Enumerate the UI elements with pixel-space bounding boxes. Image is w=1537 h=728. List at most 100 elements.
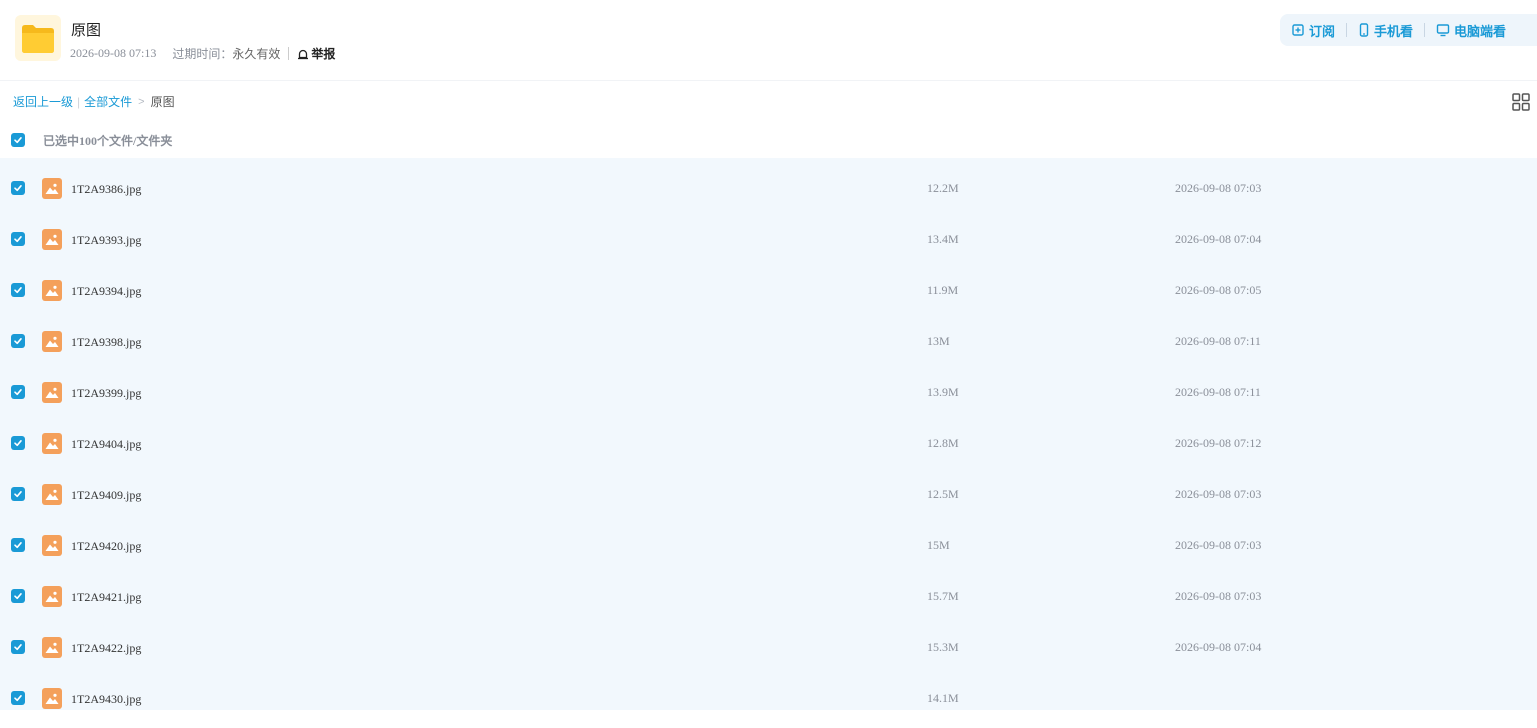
file-checkbox[interactable] <box>11 385 25 399</box>
file-size: 12.8M <box>927 436 959 450</box>
share-header: 原图 2026-09-08 07:13 过期时间： 永久有效 举报 订阅 手机看… <box>0 0 1537 81</box>
action-divider <box>1346 23 1348 37</box>
file-name[interactable]: 1T2A9399.jpg <box>71 386 141 401</box>
image-file-icon <box>42 229 62 250</box>
file-size: 11.9M <box>927 283 959 297</box>
file-row[interactable]: 1T2A9420.jpg 15M 2026-09-08 07:03 <box>0 515 1537 566</box>
file-list: 1T2A9386.jpg 12.2M 2026-09-08 07:03 1T2A… <box>0 158 1537 710</box>
file-row[interactable]: 1T2A9398.jpg 13M 2026-09-08 07:11 <box>0 311 1537 362</box>
file-row[interactable]: 1T2A9393.jpg 13.4M 2026-09-08 07:04 <box>0 209 1537 260</box>
file-row[interactable]: 1T2A9404.jpg 12.8M 2026-09-08 07:12 <box>0 413 1537 464</box>
file-row[interactable]: 1T2A9394.jpg 11.9M 2026-09-08 07:05 <box>0 260 1537 311</box>
file-checkbox[interactable] <box>11 589 25 603</box>
report-label: 举报 <box>311 47 336 61</box>
file-name[interactable]: 1T2A9409.jpg <box>71 488 141 503</box>
share-meta: 2026-09-08 07:13 过期时间： 永久有效 举报 <box>70 45 335 62</box>
subscribe-label: 订阅 <box>1309 23 1336 39</box>
check-icon <box>14 440 22 447</box>
file-size: 14.1M <box>927 691 959 705</box>
file-row[interactable]: 1T2A9399.jpg 13.9M 2026-09-08 07:11 <box>0 362 1537 413</box>
image-file-icon <box>42 280 62 301</box>
image-file-icon <box>42 688 62 709</box>
subscribe-button[interactable]: 订阅 <box>1291 21 1335 40</box>
file-size: 15.3M <box>927 640 959 654</box>
file-size: 15.7M <box>927 589 959 603</box>
subscribe-icon <box>1292 24 1304 36</box>
expire-label: 过期时间： <box>172 47 233 61</box>
back-link[interactable]: 返回上一级 <box>13 93 73 110</box>
file-size: 12.5M <box>927 487 959 501</box>
grid-view-icon[interactable] <box>1512 93 1530 111</box>
file-checkbox[interactable] <box>11 334 25 348</box>
file-checkbox[interactable] <box>11 691 25 705</box>
check-icon <box>14 542 22 549</box>
image-file-icon <box>42 586 62 607</box>
image-file-icon <box>42 637 62 658</box>
file-checkbox[interactable] <box>11 232 25 246</box>
file-size: 15M <box>927 538 950 552</box>
check-icon <box>14 695 22 702</box>
file-date: 2026-09-08 07:03 <box>1175 538 1262 552</box>
file-name[interactable]: 1T2A9422.jpg <box>71 641 141 656</box>
check-icon <box>14 593 22 600</box>
file-date: 2026-09-08 07:04 <box>1175 640 1262 654</box>
select-all-checkbox[interactable] <box>11 133 25 147</box>
mobile-view-button[interactable]: 手机看 <box>1358 21 1413 40</box>
file-checkbox[interactable] <box>11 436 25 450</box>
file-date: 2026-09-08 07:11 <box>1175 334 1261 348</box>
file-name[interactable]: 1T2A9394.jpg <box>71 284 141 299</box>
image-file-icon <box>42 484 62 505</box>
file-checkbox[interactable] <box>11 283 25 297</box>
chevron-right-icon: > <box>138 95 145 108</box>
file-name[interactable]: 1T2A9421.jpg <box>71 590 141 605</box>
file-row[interactable]: 1T2A9421.jpg 15.7M 2026-09-08 07:03 <box>0 566 1537 617</box>
image-file-icon <box>42 382 62 403</box>
report-link[interactable]: 举报 <box>297 45 335 62</box>
file-date: 2026-09-08 07:03 <box>1175 589 1262 603</box>
check-icon <box>14 491 22 498</box>
file-checkbox[interactable] <box>11 640 25 654</box>
file-name[interactable]: 1T2A9398.jpg <box>71 335 141 350</box>
check-icon <box>14 287 22 294</box>
check-icon <box>14 338 22 345</box>
image-file-icon <box>42 433 62 454</box>
image-file-icon <box>42 535 62 556</box>
file-date: 2026-09-08 07:04 <box>1175 232 1262 246</box>
file-date: 2026-09-08 07:03 <box>1175 181 1262 195</box>
file-size: 12.2M <box>927 181 959 195</box>
file-date: 2026-09-08 07:11 <box>1175 385 1261 399</box>
file-checkbox[interactable] <box>11 538 25 552</box>
file-name[interactable]: 1T2A9393.jpg <box>71 233 141 248</box>
file-size: 13.4M <box>927 232 959 246</box>
file-name[interactable]: 1T2A9430.jpg <box>71 692 141 707</box>
check-icon <box>14 137 22 144</box>
share-date: 2026-09-08 07:13 <box>70 46 157 60</box>
file-size: 13.9M <box>927 385 959 399</box>
file-name[interactable]: 1T2A9420.jpg <box>71 539 141 554</box>
image-file-icon <box>42 331 62 352</box>
file-row[interactable]: 1T2A9409.jpg 12.5M 2026-09-08 07:03 <box>0 464 1537 515</box>
report-icon <box>298 49 309 59</box>
folder-icon <box>15 15 61 61</box>
file-name[interactable]: 1T2A9386.jpg <box>71 182 141 197</box>
file-date: 2026-09-08 07:05 <box>1175 283 1262 297</box>
file-size: 13M <box>927 334 950 348</box>
breadcrumb-current: 原图 <box>150 95 175 109</box>
all-files-link[interactable]: 全部文件 <box>84 93 132 110</box>
desktop-view-button[interactable]: 电脑端看 <box>1436 21 1506 40</box>
file-checkbox[interactable] <box>11 181 25 195</box>
file-row[interactable]: 1T2A9430.jpg 14.1M <box>0 668 1537 710</box>
file-name[interactable]: 1T2A9404.jpg <box>71 437 141 452</box>
desktop-view-label: 电脑端看 <box>1454 23 1507 39</box>
breadcrumb: 返回上一级 | 全部文件 > 原图 <box>13 93 175 110</box>
check-icon <box>14 236 22 243</box>
action-divider <box>1424 23 1426 37</box>
view-actions: 订阅 手机看 电脑端看 <box>1280 14 1537 46</box>
image-file-icon <box>42 178 62 199</box>
file-checkbox[interactable] <box>11 487 25 501</box>
file-row[interactable]: 1T2A9386.jpg 12.2M 2026-09-08 07:03 <box>0 158 1537 209</box>
check-icon <box>14 185 22 192</box>
file-date: 2026-09-08 07:12 <box>1175 436 1262 450</box>
mobile-view-label: 手机看 <box>1374 23 1414 39</box>
file-row[interactable]: 1T2A9422.jpg 15.3M 2026-09-08 07:04 <box>0 617 1537 668</box>
